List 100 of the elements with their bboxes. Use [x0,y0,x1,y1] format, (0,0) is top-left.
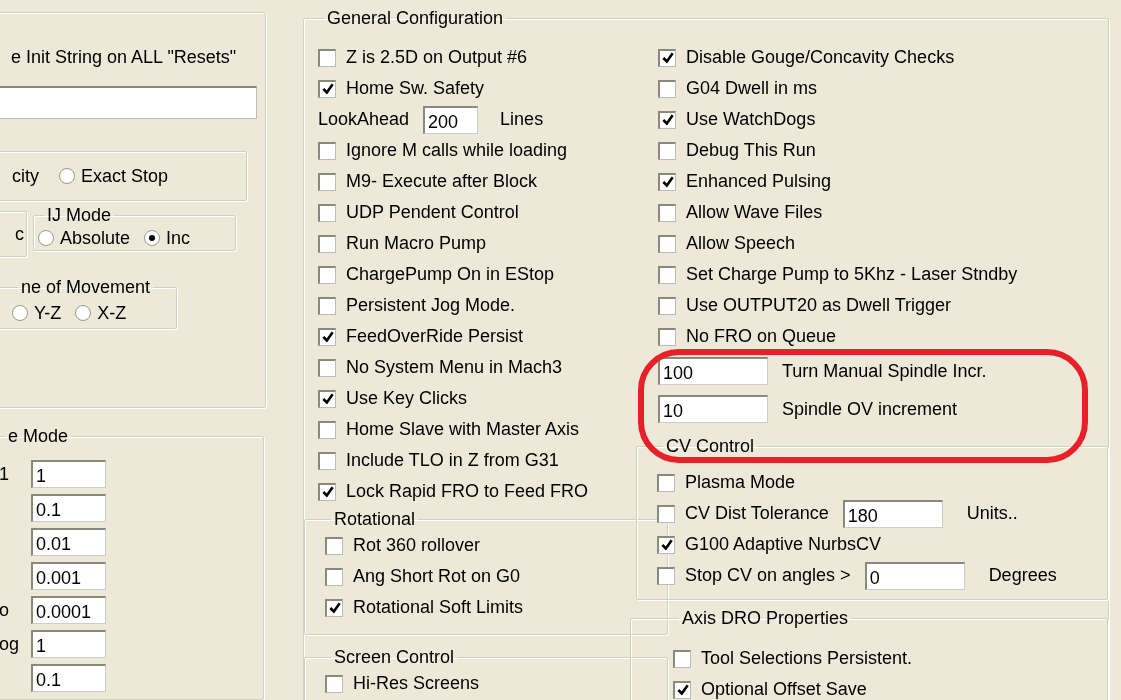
checkbox-label: Stop CV on angles > [685,565,851,586]
checkbox-label: FeedOverRide Persist [346,326,524,347]
checkbox[interactable] [657,535,675,554]
checkbox[interactable] [658,234,676,253]
checkbox[interactable] [318,451,336,470]
input-field[interactable]: 0.1 [31,664,106,692]
group-title: Screen Control [333,647,456,668]
checkbox[interactable] [657,473,675,492]
checkbox[interactable] [325,536,343,555]
checkbox[interactable] [658,79,676,98]
checkbox[interactable] [318,358,336,377]
checkbox-label: Allow Speech [686,233,796,254]
checkbox[interactable] [658,172,676,191]
radio-label: city [12,165,39,187]
checkbox[interactable] [318,389,336,408]
checkbox[interactable] [318,79,336,98]
checkbox-label: Hi-Res Screens [353,673,480,694]
checkbox[interactable] [318,234,336,253]
checkbox-label: Z is 2.5D on Output #6 [346,47,528,68]
checkbox[interactable] [658,141,676,160]
radio-label: Inc [166,227,191,249]
input-field[interactable]: 180 [842,499,943,528]
checkbox-label: Persistent Jog Mode. [346,295,516,316]
field-label: Turn Manual Spindle Incr. [782,360,987,382]
checkbox[interactable] [658,203,676,222]
checkbox[interactable] [673,649,691,668]
checkbox[interactable] [318,420,336,439]
radio-label: Exact Stop [81,165,169,187]
checkbox-label: Optional Offset Save [701,679,867,700]
checkbox[interactable] [657,566,675,585]
checkbox-label: G04 Dwell in ms [686,78,818,99]
checkbox-label: Set Charge Pump to 5Khz - Laser Stndby [686,264,1018,285]
input-field[interactable]: 1 [31,630,106,658]
field-label: LookAhead [318,109,410,130]
checkbox-label: Allow Wave Files [686,202,823,223]
checkbox[interactable] [318,327,336,346]
checkbox[interactable] [318,482,336,501]
checkbox[interactable] [673,680,691,699]
radio-button[interactable] [59,168,75,184]
group-title: CV Control [665,436,756,457]
radio-label: Y-Z [34,302,62,324]
radio-button[interactable] [38,230,54,246]
checkbox-label: G100 Adaptive NurbsCV [685,534,882,555]
checkbox-label: CV Dist Tolerance [685,503,829,524]
input-field[interactable]: 10 [658,395,768,423]
radio-label: Absolute [60,227,131,249]
checkbox-label: Rot 360 rollover [353,535,481,556]
checkbox[interactable] [318,172,336,191]
unit-label: Degrees [988,565,1057,586]
checkbox[interactable] [658,265,676,284]
checkbox[interactable] [325,674,343,693]
unit-label: Lines [500,109,544,130]
checkbox-label: Rotational Soft Limits [353,597,524,618]
checkbox[interactable] [657,504,675,523]
input-field[interactable]: 0.01 [31,528,106,556]
input-field[interactable] [0,86,257,119]
checkbox[interactable] [318,48,336,67]
radio-label: X-Z [97,302,127,324]
checkbox[interactable] [325,598,343,617]
checkbox[interactable] [658,110,676,129]
input-field[interactable]: 0 [864,561,965,590]
checkbox[interactable] [318,203,336,222]
checkbox[interactable] [318,265,336,284]
checkbox-label: Debug This Run [686,140,816,161]
input-field[interactable]: 0.0001 [31,596,106,624]
radio-button[interactable] [75,305,92,321]
checkbox-label: ChargePump On in EStop [346,264,555,285]
checkbox-label: Enhanced Pulsing [686,171,832,192]
checkbox-label: Home Slave with Master Axis [346,419,580,440]
checkbox-label: Disable Gouge/Concavity Checks [686,47,955,68]
checkbox-label: Ignore M calls while loading [346,140,568,161]
checkbox[interactable] [658,296,676,315]
field-label: o [0,599,9,620]
checkbox-label: Run Macro Pump [346,233,487,254]
input-field[interactable]: 1 [31,460,106,488]
checkbox-label: Lock Rapid FRO to Feed FRO [346,481,589,502]
radio-label: c [15,223,24,245]
checkbox[interactable] [658,48,676,67]
option-label: e Init String on ALL "Resets" [11,47,238,68]
checkbox-label: Include TLO in Z from G31 [346,450,559,471]
input-field[interactable]: 0.1 [31,494,106,522]
checkbox-label: Use WatchDogs [686,109,816,130]
group-title: Rotational [333,509,417,530]
unit-label: Units.. [966,503,1018,524]
radio-button[interactable] [12,305,28,321]
checkbox-label: Use OUTPUT20 as Dwell Trigger [686,295,952,316]
checkbox[interactable] [318,296,336,315]
checkbox[interactable] [658,327,676,346]
input-field[interactable]: 200 [423,105,479,134]
checkbox-label: Tool Selections Persistent. [701,648,913,669]
input-field[interactable]: 0.001 [31,562,106,590]
radio-button[interactable] [144,230,161,246]
group-title: Axis DRO Properties [681,608,850,629]
field-label: 1 [0,463,9,484]
checkbox[interactable] [318,141,336,160]
input-field[interactable]: 100 [658,357,768,385]
field-label: Spindle OV increment [782,398,958,420]
checkbox-label: No System Menu in Mach3 [346,357,563,378]
checkbox[interactable] [325,567,343,586]
group-title: General Configuration [326,8,505,29]
